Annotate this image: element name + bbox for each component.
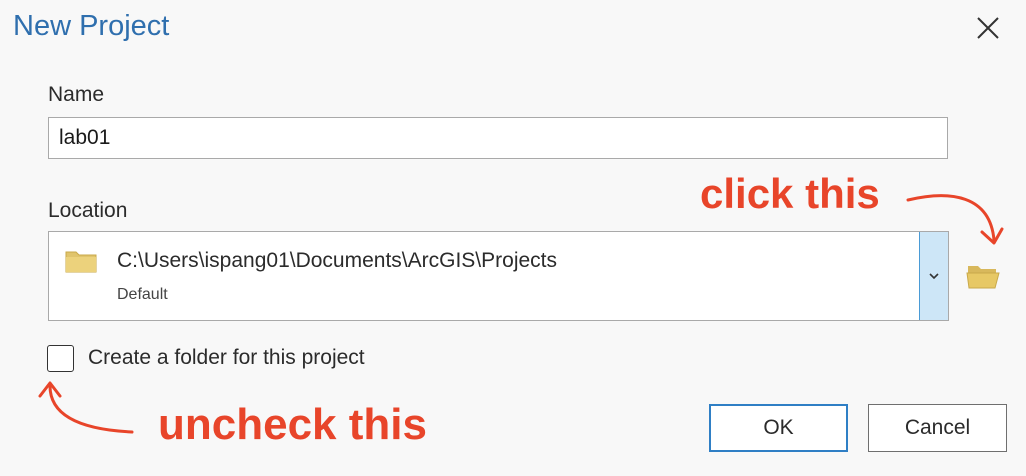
close-button[interactable] xyxy=(968,8,1008,48)
browse-folder-button[interactable] xyxy=(965,262,1001,290)
location-default-label: Default xyxy=(117,286,168,303)
close-icon xyxy=(977,17,999,39)
location-dropdown-button[interactable] xyxy=(919,232,948,320)
location-path: C:\Users\ispang01\Documents\ArcGIS\Proje… xyxy=(117,249,557,272)
arrow-to-browse-head xyxy=(980,227,1004,245)
arrow-to-checkbox-head xyxy=(38,381,62,398)
annotation-click-this: click this xyxy=(700,170,880,217)
create-folder-checkbox[interactable] xyxy=(47,345,74,372)
dialog-title: New Project xyxy=(13,10,170,42)
name-label: Name xyxy=(48,83,105,106)
create-folder-label: Create a folder for this project xyxy=(88,346,365,369)
cancel-button[interactable]: Cancel xyxy=(868,404,1007,452)
folder-open-icon xyxy=(966,266,1000,289)
annotation-uncheck-this: uncheck this xyxy=(158,400,427,449)
arrow-to-checkbox xyxy=(48,384,134,434)
location-select[interactable]: C:\Users\ispang01\Documents\ArcGIS\Proje… xyxy=(48,231,949,321)
folder-icon xyxy=(65,251,97,273)
location-label: Location xyxy=(48,199,128,222)
chevron-down-icon xyxy=(929,273,939,280)
name-input[interactable] xyxy=(48,117,948,159)
ok-button[interactable]: OK xyxy=(709,404,848,452)
